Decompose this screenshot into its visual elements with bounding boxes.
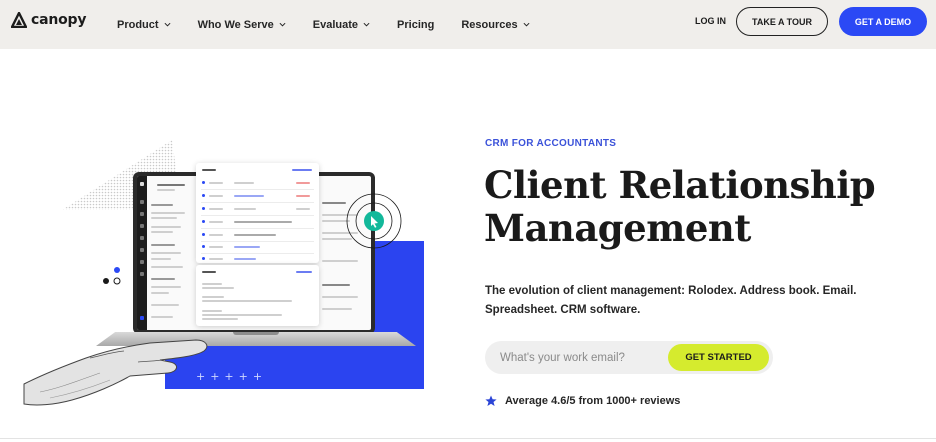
hero-headline: Client Relationship Management <box>484 164 924 250</box>
rating-text: Average 4.6/5 from 1000+ reviews <box>505 395 681 407</box>
section-divider <box>0 438 936 439</box>
menu-item-resources[interactable]: Resources <box>461 18 530 31</box>
app-sidebar <box>137 176 147 330</box>
get-started-button[interactable]: GET STARTED <box>668 344 769 371</box>
take-a-tour-button[interactable]: TAKE A TOUR <box>736 7 828 36</box>
headline-line-2: Management <box>484 206 751 250</box>
chevron-down-icon <box>523 22 530 27</box>
hero-illustration: +++++ <box>0 0 460 442</box>
get-a-demo-button[interactable]: GET A DEMO <box>839 7 927 36</box>
email-signup-form: GET STARTED <box>485 341 773 374</box>
hero-eyebrow: CRM FOR ACCOUNTANTS <box>485 138 617 149</box>
hand-illustration <box>23 339 208 406</box>
work-email-input[interactable] <box>500 341 665 374</box>
notes-card <box>196 265 319 326</box>
rating-summary: Average 4.6/5 from 1000+ reviews <box>485 395 680 407</box>
tasks-card <box>196 163 319 263</box>
headline-line-1: Client Relationship <box>484 163 876 207</box>
login-link[interactable]: LOG IN <box>695 16 726 26</box>
menu-item-label: Resources <box>461 18 518 31</box>
carousel-dots-decoration <box>103 267 121 285</box>
client-detail-panel <box>149 180 193 330</box>
hero-description: The evolution of client management: Rolo… <box>485 285 857 316</box>
cursor-target-icon <box>346 193 402 249</box>
star-icon <box>485 395 497 406</box>
